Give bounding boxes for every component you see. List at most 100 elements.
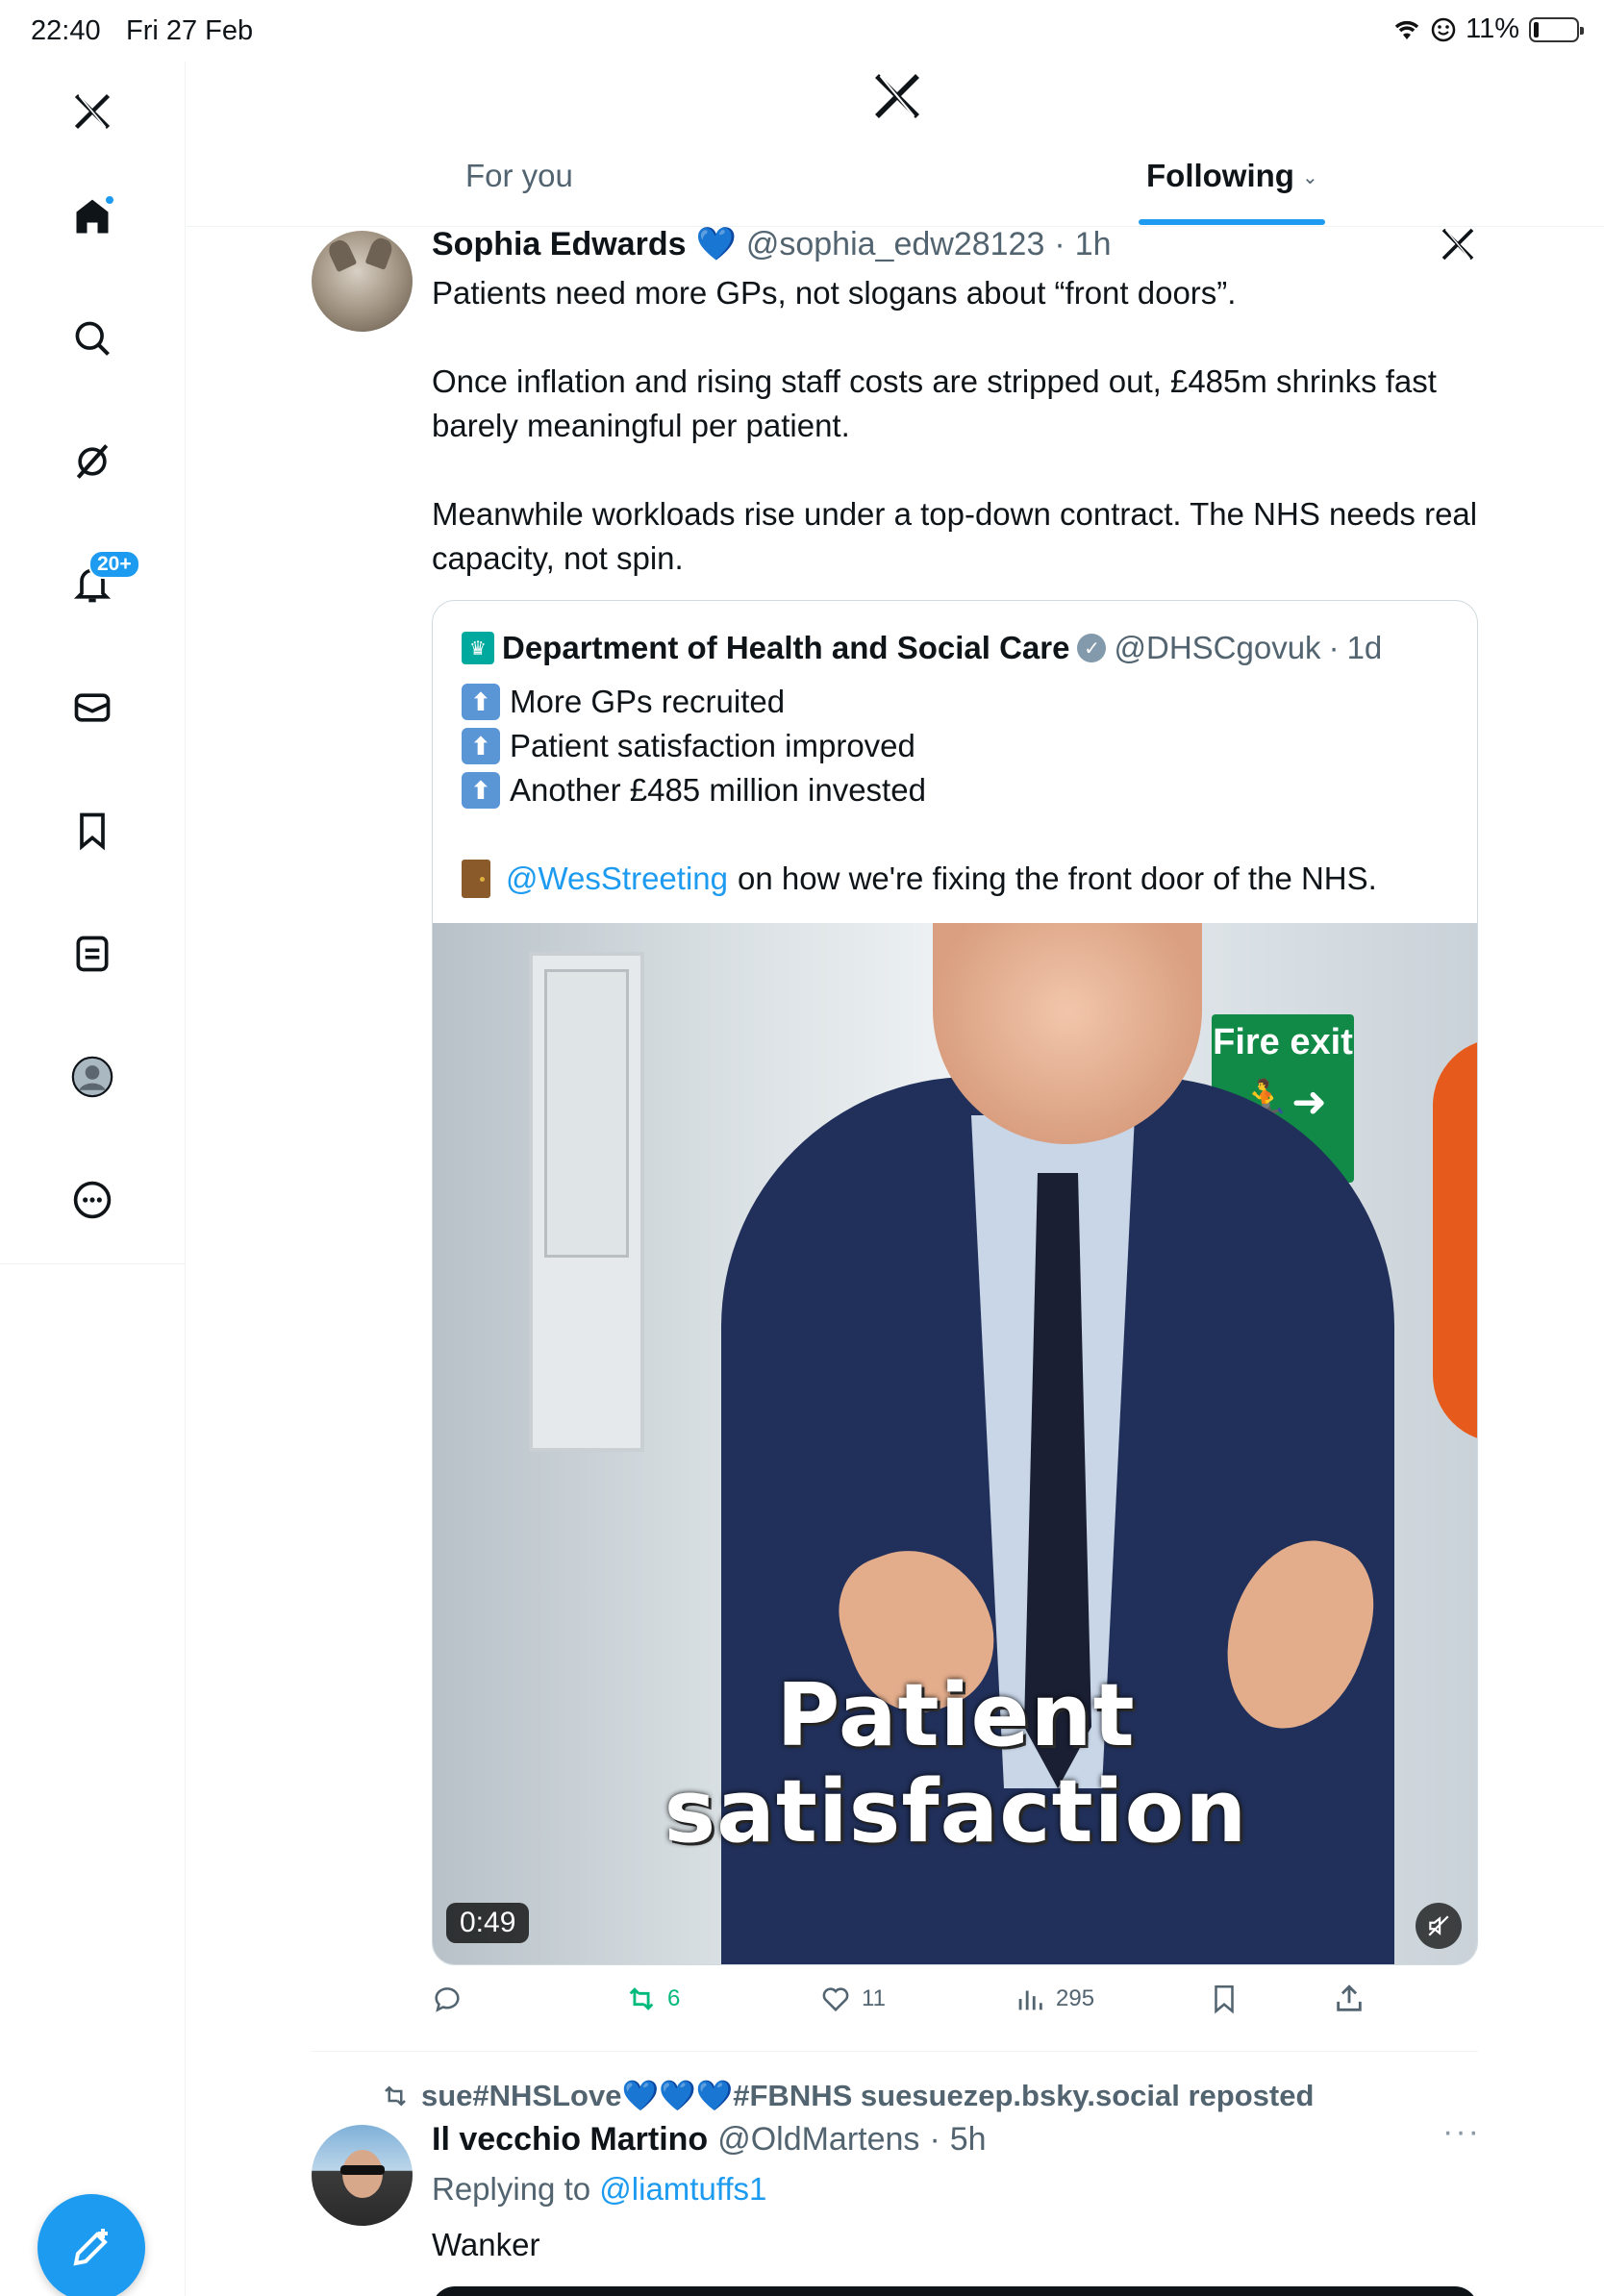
author-handle[interactable]: @sophia_edw28123 <box>746 226 1045 263</box>
replying-to: Replying to @liamtuffs1 <box>432 2171 766 2208</box>
avatar[interactable] <box>312 231 413 332</box>
door-icon <box>462 860 490 898</box>
status-time: 22:40 <box>31 15 101 46</box>
compose-post-button[interactable] <box>38 2194 145 2296</box>
more-circle-icon <box>73 1181 112 1219</box>
quote-line: Patient satisfaction improved <box>510 728 915 763</box>
grok-icon <box>76 444 109 479</box>
separator-dot: · <box>1328 630 1340 665</box>
separator-dot: · <box>929 2121 940 2158</box>
sidebar-item-search[interactable] <box>63 310 121 367</box>
up-arrow-icon: ⬆ <box>462 772 500 809</box>
battery-icon <box>1529 16 1584 42</box>
compose-icon <box>73 2229 108 2266</box>
chevron-down-icon: ⌄ <box>1301 167 1318 188</box>
crown-crest-icon: ♛ <box>462 632 494 664</box>
tweet-paragraph: Patients need more GPs, not slogans abou… <box>432 275 1237 311</box>
up-arrow-icon: ⬆ <box>462 684 500 720</box>
retweet-button[interactable]: 6 <box>625 1983 680 2015</box>
sidebar: 20+ <box>0 62 186 2296</box>
tweet-header: Il vecchio Martino @OldMartens · 5h <box>432 2121 987 2159</box>
home-unread-dot <box>104 194 115 206</box>
sidebar-item-profile[interactable] <box>63 1048 121 1106</box>
author-name[interactable]: Sophia Edwards <box>432 226 687 263</box>
quote-author-name: Department of Health and Social Care <box>502 630 1070 665</box>
tweet-paragraph: Once inflation and rising staff costs ar… <box>432 363 1437 443</box>
share-button[interactable] <box>1333 1983 1366 2015</box>
blue-heart-emoji: 💙 <box>695 226 737 262</box>
views-chart-icon <box>1018 1990 1042 2010</box>
reposted-by[interactable]: sue#NHSLove💙💙💙#FBNHS suesuezep.bsky.soci… <box>381 2078 1314 2113</box>
muted-speaker-icon <box>1428 1915 1449 1936</box>
bookmark-icon <box>1215 1984 1234 2014</box>
reply-target-link[interactable]: @liamtuffs1 <box>599 2171 766 2207</box>
mail-icon <box>74 693 111 722</box>
share-icon <box>1337 1984 1362 2011</box>
sidebar-item-lists[interactable] <box>63 925 121 983</box>
up-arrow-icon: ⬆ <box>462 728 500 764</box>
mute-button[interactable] <box>1416 1903 1462 1949</box>
x-logo-icon <box>1441 228 1474 261</box>
list-icon <box>76 936 109 972</box>
status-indicators: 11% <box>1392 13 1584 45</box>
video-duration: 0:49 <box>446 1903 530 1943</box>
tweet-divider <box>312 2051 1478 2052</box>
separator-dot: · <box>1054 225 1065 262</box>
search-icon <box>75 321 110 356</box>
tab-following[interactable]: Following ⌄ <box>1146 158 1318 194</box>
tab-for-you[interactable]: For you <box>465 158 573 194</box>
author-handle[interactable]: @OldMartens <box>717 2121 919 2159</box>
sidebar-item-bookmarks[interactable] <box>63 802 121 860</box>
sidebar-item-messages[interactable] <box>63 679 121 736</box>
tweet-paragraph: Meanwhile workloads rise under a top-dow… <box>432 496 1478 576</box>
tab-active-indicator <box>1139 219 1325 225</box>
status-bar: 22:40 Fri 27 Feb 11% <box>0 0 1604 62</box>
video-caption: Patient satisfaction <box>664 1665 1248 1862</box>
quote-text: ⬆ More GPs recruited ⬆ Patient satisfactio… <box>462 680 1377 901</box>
views-button[interactable]: 295 <box>1014 1983 1094 2015</box>
status-date: Fri 27 Feb <box>126 15 254 46</box>
retweet-count: 6 <box>667 1985 681 2011</box>
bookmark-button[interactable] <box>1208 1983 1241 2015</box>
quote-author-handle: @DHSCgovuk <box>1114 630 1321 665</box>
x-logo-icon <box>875 74 919 118</box>
bookmark-icon <box>80 812 105 851</box>
reply-button[interactable] <box>431 1983 464 2015</box>
wifi-icon <box>1394 20 1419 39</box>
quote-header: ♛ Department of Health and Social Care ✓… <box>462 630 1382 666</box>
sidebar-item-grok[interactable] <box>63 433 121 490</box>
post-time[interactable]: 1h <box>1075 226 1112 263</box>
notifications-badge: 20+ <box>88 550 140 579</box>
x-logo-icon[interactable] <box>63 83 121 140</box>
view-count: 295 <box>1056 1985 1095 2011</box>
profile-avatar-icon <box>71 1056 113 1098</box>
retweet-icon <box>629 1987 654 2010</box>
battery-percent: 11% <box>1466 13 1519 44</box>
quote-time: 1d <box>1346 630 1383 665</box>
timeline-header: For you Following ⌄ <box>187 62 1604 227</box>
avatar[interactable] <box>312 2125 413 2226</box>
more-options-icon[interactable]: ··· <box>1442 2113 1481 2151</box>
tweet-text: Patients need more GPs, not slogans abou… <box>432 271 1480 581</box>
quote-line: Another £485 million invested <box>510 772 926 808</box>
sidebar-item-notifications[interactable]: 20+ <box>63 550 140 613</box>
heart-icon <box>822 1987 849 2012</box>
author-name[interactable]: Il vecchio Martino <box>432 2121 708 2159</box>
video-player[interactable]: Fire exit 🏃➜ Patient satisfaction 0:49 <box>433 923 1477 1964</box>
retweet-icon <box>385 2084 406 2107</box>
quote-line: More GPs recruited <box>510 684 786 719</box>
reposted-by-label: sue#NHSLove💙💙💙#FBNHS suesuezep.bsky.soci… <box>421 2079 1315 2112</box>
reply-icon <box>435 1987 460 2012</box>
verified-badge-icon: ✓ <box>1077 634 1107 662</box>
focus-face-icon <box>1431 17 1456 41</box>
tweet-header: Sophia Edwards 💙 @sophia_edw28123 · 1h <box>432 225 1112 263</box>
sidebar-item-home[interactable] <box>63 188 121 246</box>
tweet-text: Wanker <box>432 2227 540 2262</box>
post-time[interactable]: 5h <box>950 2121 987 2159</box>
sidebar-item-more[interactable] <box>63 1171 121 1229</box>
quoted-tweet[interactable]: ♛ Department of Health and Social Care ✓… <box>432 600 1478 1965</box>
sidebar-divider <box>0 1263 186 1264</box>
media-preview[interactable] <box>432 2286 1478 2296</box>
like-button[interactable]: 11 <box>819 1983 886 2015</box>
mention-link[interactable]: @WesStreeting <box>506 857 728 901</box>
